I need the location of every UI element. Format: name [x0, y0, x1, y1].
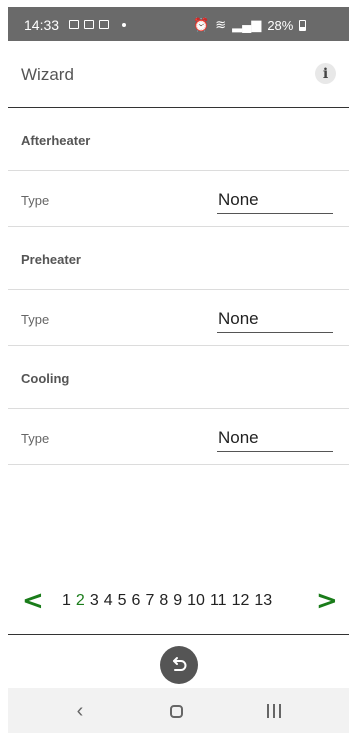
next-page-button[interactable]: >	[316, 586, 338, 616]
page-number-11[interactable]: 11	[210, 592, 227, 610]
status-bar: 14:33 ⏰ ≋ ▂▄▆ 28%	[8, 7, 349, 41]
page-title: Wizard	[21, 65, 74, 84]
prev-page-button[interactable]: <	[22, 586, 44, 616]
section-title: Afterheater	[21, 133, 91, 148]
status-time: 14:33	[24, 17, 60, 33]
page-number-5[interactable]: 5	[118, 592, 127, 610]
system-icons: ⏰ ≋ ▂▄▆ 28%	[193, 17, 307, 33]
mail-icon	[99, 20, 109, 29]
section-header-afterheater: Afterheater	[8, 108, 349, 171]
section-title: Cooling	[21, 371, 70, 386]
page-number-4[interactable]: 4	[104, 592, 113, 610]
page-number-8[interactable]: 8	[159, 592, 168, 610]
page-number-3[interactable]: 3	[90, 592, 99, 610]
select-value: None	[218, 309, 259, 328]
page-number-13[interactable]: 13	[254, 592, 272, 610]
page-number-12[interactable]: 12	[232, 592, 250, 610]
recent-apps-icon	[267, 704, 281, 718]
chevron-left-icon: ‹	[76, 699, 84, 722]
field-label: Type	[21, 312, 50, 327]
battery-icon	[299, 19, 307, 31]
field-label: Type	[21, 193, 50, 208]
section-title: Preheater	[21, 252, 81, 267]
mail-icon	[84, 20, 94, 29]
nav-back-button[interactable]: ‹	[65, 698, 95, 724]
section-header-cooling: Cooling	[8, 346, 349, 409]
page-number-9[interactable]: 9	[173, 592, 182, 610]
notification-icons	[69, 20, 126, 29]
back-button[interactable]	[160, 646, 198, 684]
app-header: Wizard i	[8, 41, 349, 108]
app-screen: 14:33 ⏰ ≋ ▂▄▆ 28% Wizard i Afterheater T…	[0, 0, 350, 733]
nav-recent-apps-button[interactable]	[259, 698, 289, 724]
wifi-icon: ≋	[215, 17, 227, 32]
wizard-form: Afterheater Type None Preheater Type Non…	[8, 108, 349, 465]
page-number-6[interactable]: 6	[132, 592, 141, 610]
field-row-afterheater-type: Type None	[8, 171, 349, 227]
select-value: None	[218, 190, 259, 209]
divider	[8, 634, 349, 635]
home-icon	[169, 704, 183, 718]
select-value: None	[218, 428, 259, 447]
preheater-type-select[interactable]: None	[217, 306, 333, 333]
page-number-1[interactable]: 1	[62, 592, 71, 610]
cooling-type-select[interactable]: None	[217, 425, 333, 452]
system-navigation-bar: ‹	[8, 688, 349, 733]
page-number-7[interactable]: 7	[145, 592, 154, 610]
page-navigator: < 1 2 3 4 5 6 7 8 9 10 11 12 13 >	[8, 586, 349, 616]
nav-home-button[interactable]	[161, 698, 191, 724]
field-row-preheater-type: Type None	[8, 290, 349, 346]
section-header-preheater: Preheater	[8, 227, 349, 290]
undo-arrow-icon	[173, 657, 187, 671]
more-notifications-icon	[122, 22, 126, 27]
alarm-icon: ⏰	[193, 17, 210, 32]
page-number-list: 1 2 3 4 5 6 7 8 9 10 11 12 13	[62, 592, 272, 610]
signal-icon: ▂▄▆	[232, 17, 262, 32]
gallery-icon	[69, 20, 79, 29]
info-icon[interactable]: i	[315, 63, 336, 84]
page-number-10[interactable]: 10	[187, 592, 205, 610]
afterheater-type-select[interactable]: None	[217, 187, 333, 214]
field-label: Type	[21, 431, 50, 446]
page-number-2[interactable]: 2	[76, 592, 85, 610]
field-row-cooling-type: Type None	[8, 409, 349, 465]
battery-level: 28%	[267, 17, 294, 33]
